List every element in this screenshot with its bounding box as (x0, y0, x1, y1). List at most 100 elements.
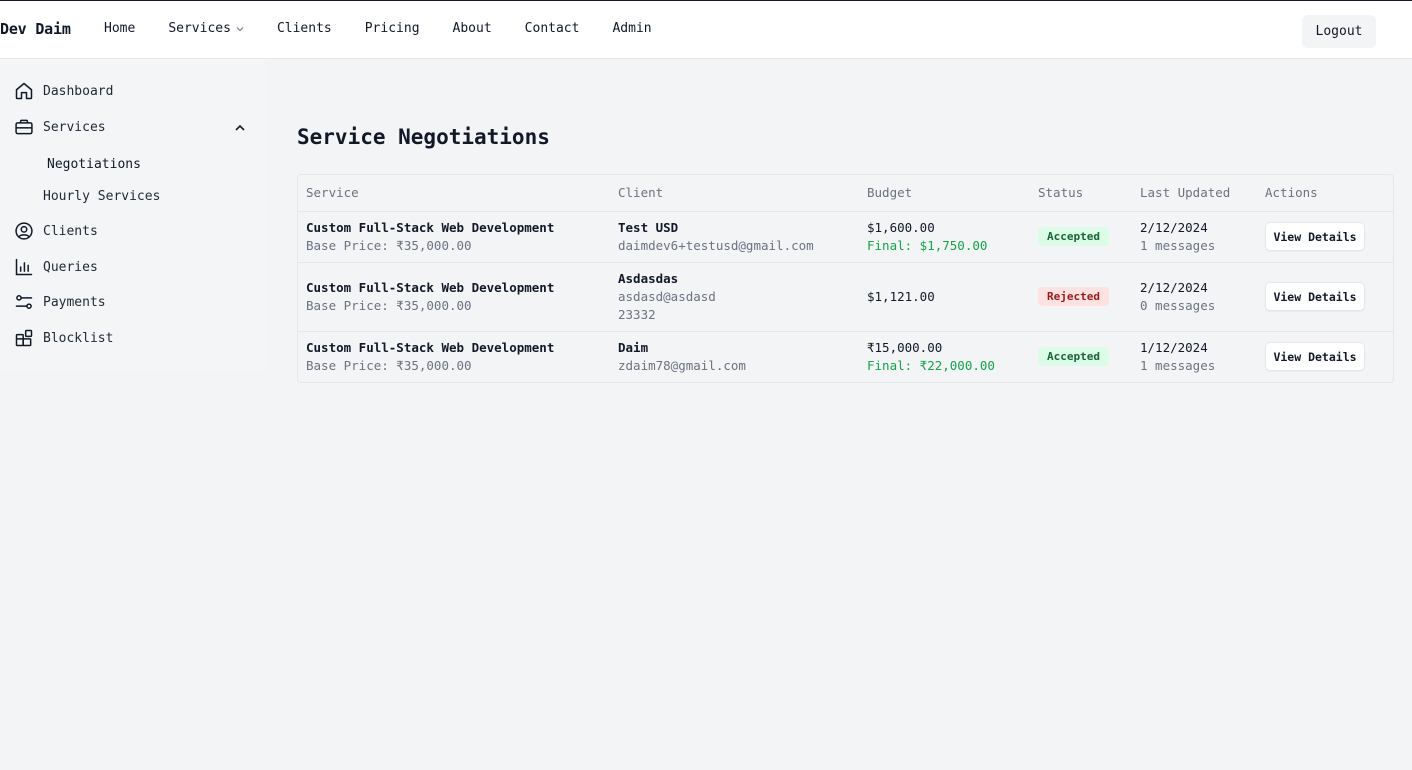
client-email: zdaim78@gmail.com (618, 357, 746, 373)
message-count: 0 messages (1140, 297, 1216, 313)
nav-services-label: Services (168, 21, 231, 36)
service-cell: Custom Full-Stack Web Development Base P… (298, 331, 610, 382)
view-details-button[interactable]: View Details (1265, 342, 1365, 372)
budget-cell: $1,600.00 Final: $1,750.00 (859, 211, 1030, 263)
bar-chart-icon (15, 258, 33, 276)
top-navbar: Dev Daim Home Services Clients Pricing A… (0, 0, 1412, 59)
nav-about[interactable]: About (453, 21, 492, 36)
status-badge: Accepted (1038, 227, 1109, 246)
actions-cell: View Details (1257, 262, 1393, 332)
column-header-status: Status (1030, 175, 1132, 212)
client-email: asdasd@asdasd (618, 288, 716, 304)
last-updated-date: 2/12/2024 (1140, 219, 1208, 235)
user-circle-icon (15, 222, 33, 240)
sidebar-item-label: Clients (43, 223, 98, 239)
nav-services[interactable]: Services (168, 21, 244, 36)
sidebar-item-payments[interactable]: Payments (14, 292, 106, 312)
sidebar-item-label: Services (43, 119, 106, 135)
service-name: Custom Full-Stack Web Development (306, 339, 555, 355)
nav-contact[interactable]: Contact (525, 21, 580, 36)
actions-cell: View Details (1257, 331, 1393, 382)
brand-logo[interactable]: Dev Daim (0, 20, 71, 38)
page-title: Service Negotiations (297, 125, 550, 149)
final-budget: Final: $1,750.00 (867, 237, 988, 253)
service-name: Custom Full-Stack Web Development (306, 219, 555, 235)
nav-clients[interactable]: Clients (277, 21, 332, 36)
service-cell: Custom Full-Stack Web Development Base P… (298, 262, 610, 332)
client-phone: 23332 (618, 306, 656, 322)
status-badge: Rejected (1038, 287, 1109, 306)
sidebar-item-label: Queries (43, 259, 98, 275)
budget-cell: ₹15,000.00 Final: ₹22,000.00 (859, 331, 1030, 382)
table-row: Custom Full-Stack Web Development Base P… (298, 211, 1393, 263)
client-cell: Asdasdas asdasd@asdasd 23332 (610, 262, 859, 332)
updated-cell: 2/12/2024 0 messages (1132, 262, 1257, 332)
sidebar-item-label: Payments (43, 294, 106, 310)
nav-about-label: About (452, 21, 492, 36)
view-details-button[interactable]: View Details (1265, 282, 1365, 311)
budget-value: $1,600.00 (867, 219, 935, 235)
sidebar-subitem-negotiations[interactable]: Negotiations (47, 157, 141, 172)
sidebar-item-label: Dashboard (43, 83, 114, 99)
chevron-down-icon (236, 21, 244, 36)
service-name: Custom Full-Stack Web Development (306, 279, 555, 295)
updated-cell: 1/12/2024 1 messages (1132, 331, 1257, 382)
sidebar (0, 59, 267, 373)
sidebar-item-clients[interactable]: Clients (14, 221, 98, 241)
briefcase-icon (15, 119, 33, 135)
client-name: Asdasdas (618, 270, 679, 286)
column-header-client: Client (610, 175, 859, 212)
sliders-icon (15, 295, 33, 309)
blocks-icon (15, 329, 33, 347)
budget-value: $1,121.00 (867, 288, 935, 304)
final-budget: Final: ₹22,000.00 (867, 357, 995, 373)
sidebar-item-services[interactable]: Services (14, 117, 106, 137)
service-cell: Custom Full-Stack Web Development Base P… (298, 211, 610, 263)
sidebar-item-queries[interactable]: Queries (14, 257, 98, 277)
nav-admin[interactable]: Admin (612, 21, 651, 36)
table-row: Custom Full-Stack Web Development Base P… (298, 262, 1393, 332)
nav-admin-label: Admin (612, 21, 652, 36)
nav-contact-label: Contact (524, 21, 580, 36)
home-icon (15, 82, 33, 100)
view-details-button[interactable]: View Details (1265, 222, 1365, 251)
table-header-row: Service Client Budget Status Last Update… (298, 175, 1393, 212)
nav-pricing[interactable]: Pricing (365, 21, 420, 36)
main-nav: Home Services Clients Pricing About Cont… (104, 21, 685, 36)
column-header-service: Service (298, 175, 610, 212)
client-name: Test USD (618, 219, 679, 235)
nav-pricing-label: Pricing (364, 21, 420, 36)
budget-cell: $1,121.00 (859, 262, 1030, 332)
status-cell: Accepted (1030, 211, 1132, 263)
client-cell: Daim zdaim78@gmail.com (610, 331, 859, 382)
message-count: 1 messages (1140, 357, 1216, 373)
sidebar-item-label: Blocklist (43, 330, 114, 346)
status-cell: Rejected (1030, 262, 1132, 332)
base-price: Base Price: ₹35,000.00 (306, 297, 472, 313)
client-cell: Test USD daimdev6+testusd@gmail.com (610, 211, 859, 263)
client-email: daimdev6+testusd@gmail.com (618, 237, 814, 253)
negotiations-table: Service Client Budget Status Last Update… (297, 174, 1394, 383)
sidebar-item-blocklist[interactable]: Blocklist (14, 328, 113, 348)
nav-home-label: Home (104, 21, 136, 36)
status-cell: Accepted (1030, 331, 1132, 382)
table-row: Custom Full-Stack Web Development Base P… (298, 331, 1393, 382)
nav-home[interactable]: Home (104, 21, 135, 36)
budget-value: ₹15,000.00 (867, 339, 943, 355)
last-updated-date: 2/12/2024 (1140, 279, 1208, 295)
client-name: Daim (618, 339, 649, 355)
updated-cell: 2/12/2024 1 messages (1132, 211, 1257, 263)
column-header-last-updated: Last Updated (1132, 175, 1257, 212)
base-price: Base Price: ₹35,000.00 (306, 237, 472, 253)
chevron-up-icon[interactable] (233, 121, 247, 135)
nav-clients-label: Clients (276, 21, 332, 36)
base-price: Base Price: ₹35,000.00 (306, 357, 472, 373)
sidebar-item-dashboard[interactable]: Dashboard (14, 81, 113, 101)
status-badge: Accepted (1038, 347, 1109, 367)
logout-button[interactable]: Logout (1302, 15, 1376, 48)
sidebar-subitem-hourly-services[interactable]: Hourly Services (43, 189, 160, 204)
actions-cell: View Details (1257, 211, 1393, 263)
last-updated-date: 1/12/2024 (1140, 339, 1208, 355)
column-header-actions: Actions (1257, 175, 1393, 212)
message-count: 1 messages (1140, 237, 1216, 253)
